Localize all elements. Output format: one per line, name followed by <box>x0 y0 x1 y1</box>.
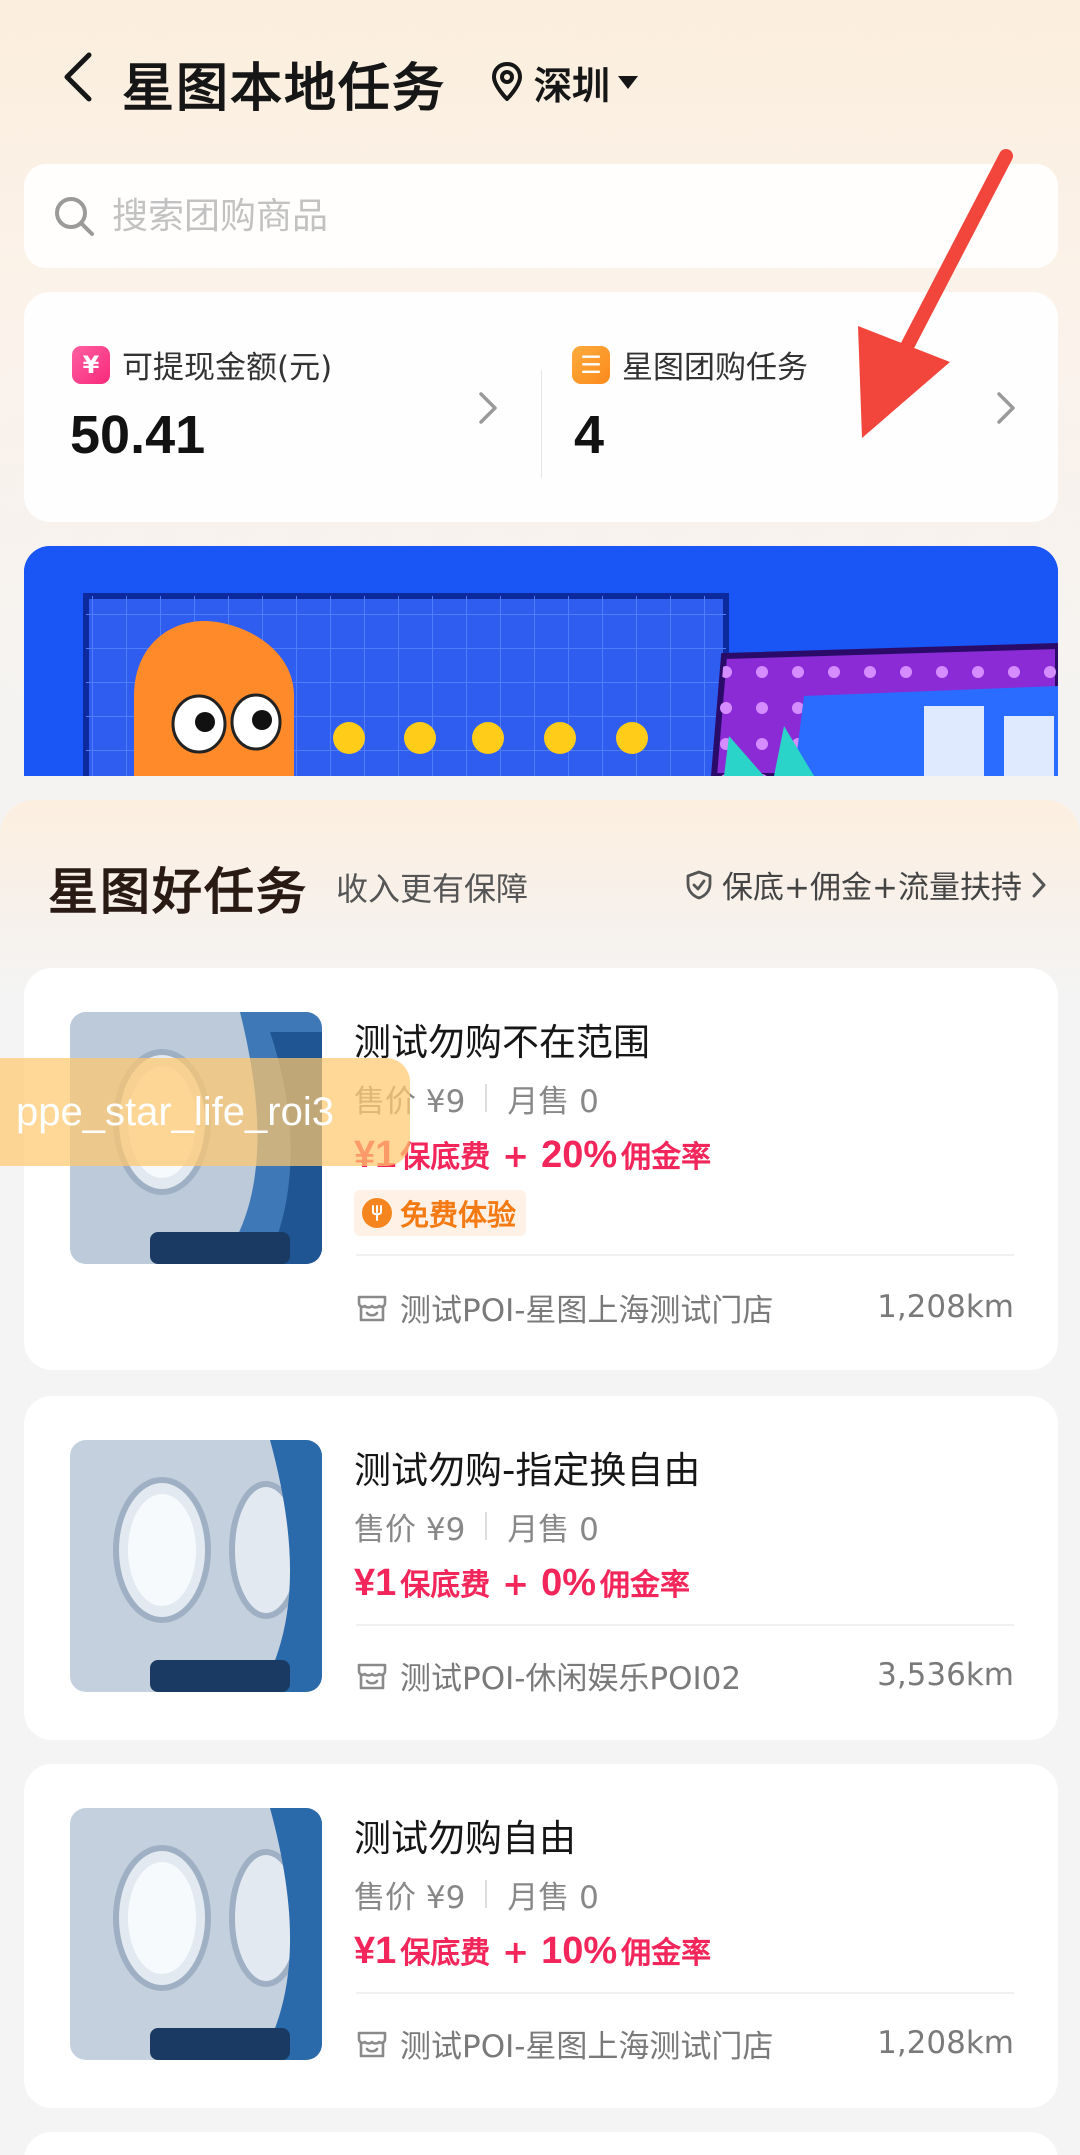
free-trial-tag: 免费体验 <box>354 1190 527 1236</box>
store-icon <box>357 1663 387 1690</box>
store-icon <box>357 2031 387 2058</box>
card-divider <box>356 1992 1014 1994</box>
commission-rate: 10% <box>541 1930 618 1972</box>
annotation-arrow-icon <box>858 149 1013 438</box>
guarantee-amount: ¥1 <box>354 1930 397 1972</box>
location-pin-icon <box>492 62 522 101</box>
back-button[interactable] <box>48 42 108 112</box>
fork-icon <box>362 1198 392 1228</box>
city-selector[interactable]: 深圳 <box>490 54 640 110</box>
task-price: 售价 ¥9 <box>354 1511 466 1548</box>
section-title: 星图好任务 <box>48 863 308 921</box>
task-thumbnail <box>70 1808 322 2060</box>
meta-divider <box>485 1880 488 1908</box>
plus-sign: + <box>502 1137 530 1175</box>
withdraw-label: 可提现金额(元) <box>122 350 333 386</box>
commission-label: 佣金率 <box>600 1568 691 1603</box>
commission-rate: 0% <box>541 1562 597 1604</box>
plus-sign: + <box>502 1565 530 1603</box>
back-arrow-icon <box>64 52 92 102</box>
commission-rate: 20% <box>541 1134 618 1176</box>
task-title: 测试勿购-指定换自由 <box>354 1449 701 1492</box>
environment-label: ppe_star_life_roi3 <box>0 1058 410 1166</box>
shop-distance: 1,208km <box>877 2025 1014 2061</box>
task-value: 4 <box>574 405 605 465</box>
task-card[interactable]: 测试勿购-指定换自由 售价 ¥9 月售 0 ¥1 保底费 + 0% 佣金率 测试… <box>24 1396 1058 1740</box>
withdraw-value: 50.41 <box>70 405 206 465</box>
shop-name: 测试POI-星图上海测试门店 <box>400 1292 774 1329</box>
header: 星图本地任务 深圳 <box>0 0 1080 160</box>
commission-label: 佣金率 <box>621 1936 712 1971</box>
chevron-right-icon <box>479 392 497 424</box>
airplane-window-image <box>70 1808 322 2060</box>
shop-name: 测试POI-星图上海测试门店 <box>400 2028 774 2065</box>
task-thumbnail <box>70 1440 322 1692</box>
withdrawable-amount[interactable]: ¥ 可提现金额(元) 50.41 <box>24 292 540 522</box>
city-label: 深圳 <box>534 63 611 108</box>
card-divider <box>356 1624 1014 1626</box>
page-title: 星图本地任务 <box>122 59 447 119</box>
guarantee-label: 保底费 <box>400 1568 491 1603</box>
task-card[interactable]: 测试勿购自由 售价 ¥9 月售 0 ¥1 保底费 + 10% 佣金率 测试POI… <box>24 1764 1058 2108</box>
shop-row: 测试POI-星图上海测试门店 1,208km <box>354 1282 1014 1332</box>
yuan-icon: ¥ <box>72 345 110 384</box>
meta-divider <box>485 1512 488 1540</box>
task-monthly-sales: 月售 0 <box>507 1879 599 1916</box>
guarantee-text: 保底+佣金+流量扶持 <box>722 870 1022 906</box>
guarantee-link[interactable]: 保底+佣金+流量扶持 <box>684 862 1048 907</box>
airplane-window-image <box>70 1440 322 1692</box>
chevron-right-icon <box>1032 872 1046 897</box>
task-monthly-sales: 月售 0 <box>507 1083 599 1120</box>
shop-row: 测试POI-星图上海测试门店 1,208km <box>354 2018 1014 2068</box>
card-divider <box>356 1254 1014 1256</box>
promo-banner[interactable] <box>24 546 1058 776</box>
plus-sign: + <box>502 1933 530 1971</box>
shop-name: 测试POI-休闲娱乐POI02 <box>400 1660 742 1697</box>
task-monthly-sales: 月售 0 <box>507 1511 599 1548</box>
search-icon <box>55 197 94 236</box>
commission-label: 佣金率 <box>621 1140 712 1175</box>
guarantee-amount: ¥1 <box>354 1562 397 1604</box>
banner-illustration <box>24 546 1058 776</box>
list-icon: ☰ <box>572 345 610 384</box>
shop-row: 测试POI-休闲娱乐POI02 3,536km <box>354 1650 1014 1700</box>
guarantee-label: 保底费 <box>400 1936 491 1971</box>
task-title: 测试勿购自由 <box>354 1817 576 1860</box>
task-title: 测试勿购不在范围 <box>354 1021 650 1064</box>
shop-distance: 3,536km <box>877 1657 1014 1693</box>
store-icon <box>357 1295 387 1322</box>
section-subtitle: 收入更有保障 <box>336 870 529 908</box>
task-label: 星图团购任务 <box>622 350 808 386</box>
meta-divider <box>485 1084 488 1112</box>
guarantee-label: 保底费 <box>400 1140 491 1175</box>
task-card[interactable]: 测试勿购不在范围 售价 ¥9 月售 0 ¥1 保底费 + 20% 佣金率 免费体… <box>24 968 1058 1370</box>
tag-label: 免费体验 <box>400 1198 517 1232</box>
shield-check-icon <box>686 870 712 899</box>
task-price: 售价 ¥9 <box>354 1879 466 1916</box>
caret-down-icon <box>618 76 639 89</box>
shop-distance: 1,208km <box>877 1289 1014 1325</box>
task-card-partial[interactable] <box>24 2132 1058 2155</box>
